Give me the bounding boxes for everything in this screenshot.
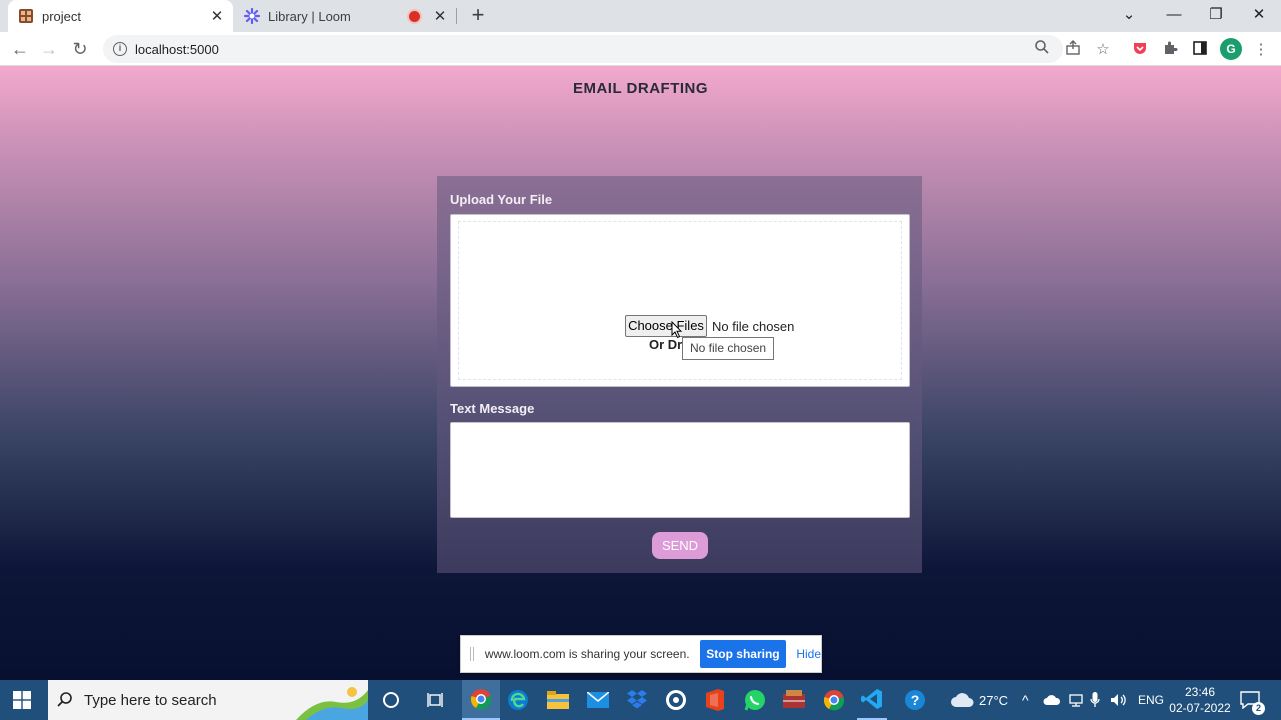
taskbar-app-icon[interactable] [779, 680, 809, 720]
tab-search-icon[interactable]: ⌄ [1107, 0, 1151, 32]
svg-text:?: ? [911, 692, 920, 708]
notification-count-badge: 2 [1252, 702, 1265, 715]
tab-loom-library[interactable]: Library | Loom ✕ [236, 0, 456, 32]
send-button[interactable]: SEND [652, 532, 708, 559]
taskbar-edge-icon[interactable] [503, 680, 533, 720]
text-message-field[interactable] [450, 422, 910, 518]
mouse-pointer-icon [671, 321, 683, 339]
input-language[interactable]: ENG [1138, 680, 1164, 720]
side-panel-icon[interactable] [1190, 40, 1210, 60]
choose-files-button[interactable]: Choose Files [625, 315, 707, 337]
weather-temperature: 27°C [979, 692, 1009, 708]
taskbar-help-icon[interactable]: ? [900, 680, 930, 720]
clock-date: 02-07-2022 [1169, 701, 1231, 715]
address-bar[interactable]: i localhost:5000 [103, 35, 1063, 63]
profile-avatar[interactable]: G [1220, 38, 1242, 60]
page-viewport: EMAIL DRAFTING Upload Your File Choose F… [0, 66, 1281, 680]
taskbar-chrome-icon[interactable] [462, 680, 500, 720]
onedrive-cloud-icon[interactable] [1043, 680, 1061, 720]
site-info-icon[interactable]: i [113, 42, 127, 56]
volume-icon[interactable] [1110, 680, 1128, 720]
upload-label: Upload Your File [450, 192, 553, 207]
menu-kebab-icon[interactable]: ⋮ [1251, 40, 1271, 60]
tab-title: project [42, 8, 82, 24]
minimize-button[interactable]: — [1152, 0, 1196, 32]
taskbar-dropbox-icon[interactable] [622, 680, 652, 720]
network-status-icon[interactable] [1068, 680, 1084, 720]
reload-icon[interactable]: ↻ [68, 37, 92, 61]
forward-icon[interactable]: → [37, 37, 61, 61]
page-title: EMAIL DRAFTING [572, 80, 709, 97]
tab-project[interactable]: project ✕ [8, 0, 233, 32]
cloud-weather-icon [951, 693, 974, 707]
browser-toolbar: ← → ↻ i localhost:5000 ☆ G ⋮ [0, 32, 1281, 66]
weather-widget[interactable]: 27°C [950, 680, 1008, 720]
taskbar-mail-icon[interactable] [583, 680, 613, 720]
zoom-icon[interactable] [1033, 39, 1051, 57]
search-icon [57, 692, 72, 707]
task-view-icon[interactable] [420, 680, 450, 720]
taskbar-office-icon[interactable] [700, 680, 730, 720]
notification-center-icon[interactable]: 2 [1240, 680, 1265, 720]
drag-grip-icon[interactable] [470, 647, 474, 661]
taskbar-chrome-profile-icon[interactable] [819, 680, 849, 720]
taskbar-steam-icon[interactable] [661, 680, 691, 720]
close-window-button[interactable]: ✕ [1237, 0, 1281, 32]
microphone-icon[interactable] [1090, 680, 1100, 720]
search-placeholder: Type here to search [84, 691, 217, 709]
cortana-icon[interactable] [376, 680, 406, 720]
extensions-puzzle-icon[interactable] [1160, 40, 1180, 60]
clock-time: 23:46 [1184, 685, 1216, 699]
file-input[interactable]: Choose Files No file chosen [625, 315, 794, 337]
text-message-label: Text Message [450, 401, 535, 416]
search-highlight-illustration-icon [296, 687, 368, 720]
drop-zone-border [458, 221, 902, 380]
loom-favicon-icon [244, 8, 260, 24]
taskbar-whatsapp-icon[interactable] [740, 680, 770, 720]
pocket-extension-icon[interactable] [1130, 40, 1150, 60]
or-drag-text: Or Dr [649, 337, 683, 352]
hide-notice-link[interactable]: Hide [796, 647, 821, 661]
taskbar-file-explorer-icon[interactable] [543, 680, 573, 720]
screen-share-notice: www.loom.com is sharing your screen. Sto… [460, 635, 822, 673]
no-file-chosen-text: No file chosen [712, 318, 795, 334]
file-input-tooltip: No file chosen [682, 337, 775, 360]
tab-divider [456, 8, 457, 24]
close-tab-icon[interactable]: ✕ [430, 7, 450, 25]
share-notice-text: www.loom.com is sharing your screen. [484, 647, 690, 661]
taskbar-vscode-icon[interactable] [857, 680, 887, 720]
close-tab-icon[interactable]: ✕ [207, 7, 227, 25]
taskbar-search-box[interactable]: Type here to search [48, 680, 368, 720]
start-windows-icon[interactable] [8, 680, 36, 720]
address-url: localhost:5000 [135, 41, 219, 57]
new-tab-button[interactable]: + [466, 4, 490, 28]
recording-icon [409, 10, 420, 22]
back-icon[interactable]: ← [8, 37, 32, 61]
tab-title: Library | Loom [268, 8, 351, 24]
project-favicon-icon [19, 9, 33, 23]
restore-button[interactable]: ❐ [1194, 0, 1238, 32]
bookmark-star-icon[interactable]: ☆ [1093, 40, 1113, 60]
share-icon[interactable] [1063, 40, 1083, 60]
tab-strip: project ✕ Library | Loom ✕ + ⌄ — ❐ ✕ [0, 0, 1281, 32]
stop-sharing-button[interactable]: Stop sharing [699, 640, 787, 668]
windows-taskbar: Type here to search ? 27°C ^ ENG 23:46 0… [0, 680, 1281, 720]
show-hidden-icons-chevron-icon[interactable]: ^ [1022, 680, 1029, 720]
file-drop-zone[interactable]: Choose Files No file chosen Or Dr No fil… [450, 214, 910, 387]
email-form-card: Upload Your File Choose Files No file ch… [437, 176, 922, 573]
system-clock[interactable]: 23:46 02-07-2022 [1168, 684, 1232, 716]
